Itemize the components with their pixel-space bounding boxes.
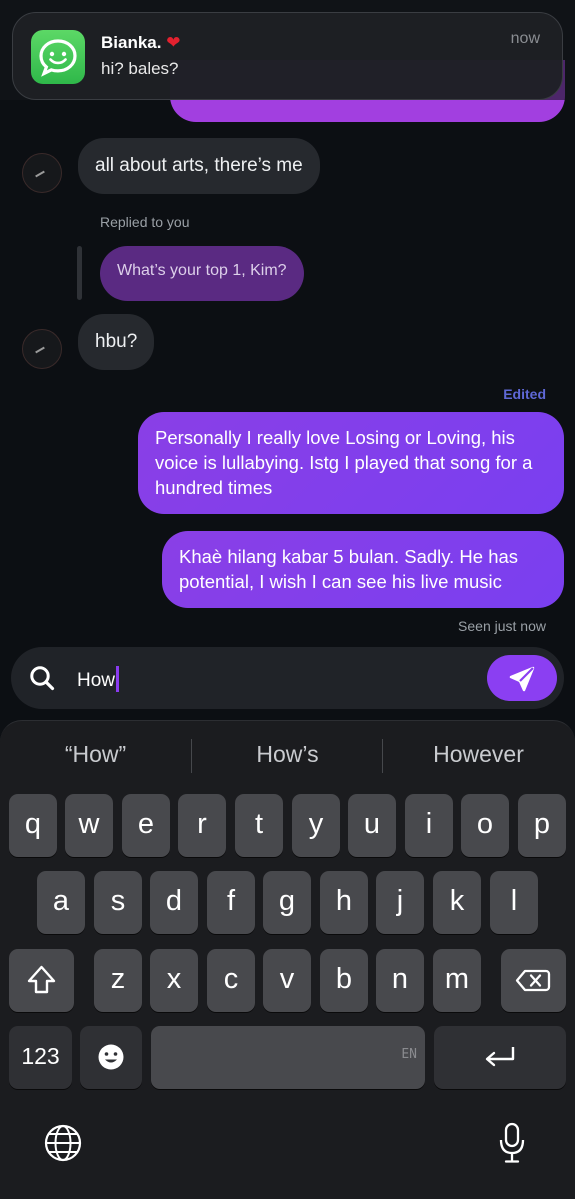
key-w[interactable]: w [65, 794, 113, 857]
key-a[interactable]: a [37, 871, 85, 934]
search-icon[interactable] [29, 665, 55, 691]
key-p[interactable]: p [518, 794, 566, 857]
send-icon [509, 666, 535, 692]
globe-icon[interactable] [43, 1123, 83, 1163]
return-icon [485, 1047, 515, 1067]
key-s[interactable]: s [94, 871, 142, 934]
chat-thread: all about arts, there’s me Replied to yo… [0, 0, 575, 720]
key-u[interactable]: u [348, 794, 396, 857]
suggestion-2[interactable]: How’s [192, 741, 383, 768]
emoji-key[interactable] [80, 1026, 142, 1089]
notification-sender: Bianka. ❤ [101, 33, 181, 52]
space-key[interactable]: EN [151, 1026, 425, 1089]
edited-label: Edited [503, 386, 546, 402]
key-k[interactable]: k [433, 871, 481, 934]
key-e[interactable]: e [122, 794, 170, 857]
key-b[interactable]: b [320, 949, 368, 1012]
send-button[interactable] [487, 655, 557, 701]
message-bubble-outgoing[interactable]: Personally I really love Losing or Lovin… [138, 412, 564, 514]
avatar[interactable] [22, 329, 62, 369]
microphone-icon[interactable] [496, 1121, 528, 1165]
message-composer[interactable]: How [11, 647, 564, 709]
key-z[interactable]: z [94, 949, 142, 1012]
suggestion-3[interactable]: However [383, 741, 574, 768]
key-h[interactable]: h [320, 871, 368, 934]
push-notification[interactable]: Bianka. ❤ hi? bales? now [12, 12, 563, 100]
key-x[interactable]: x [150, 949, 198, 1012]
numbers-key[interactable]: 123 [9, 1026, 72, 1089]
text-caret [116, 666, 120, 692]
key-g[interactable]: g [263, 871, 311, 934]
on-screen-keyboard: “How” How’s However q w e r t y u i o p … [0, 720, 575, 1199]
key-y[interactable]: y [292, 794, 340, 857]
key-r[interactable]: r [178, 794, 226, 857]
key-d[interactable]: d [150, 871, 198, 934]
heart-icon: ❤ [166, 33, 181, 52]
notification-message: hi? bales? [101, 59, 179, 78]
quoted-message-bubble[interactable]: What’s your top 1, Kim? [100, 246, 304, 301]
backspace-key[interactable] [501, 949, 566, 1012]
key-v[interactable]: v [263, 949, 311, 1012]
space-language-label: EN [401, 1047, 417, 1062]
suggestion-1[interactable]: “How” [0, 741, 191, 768]
key-j[interactable]: j [376, 871, 424, 934]
key-q[interactable]: q [9, 794, 57, 857]
reply-indicator [77, 246, 82, 300]
key-m[interactable]: m [433, 949, 481, 1012]
message-input[interactable]: How [77, 666, 120, 692]
backspace-icon [515, 969, 551, 992]
shift-key[interactable] [9, 949, 74, 1012]
key-l[interactable]: l [490, 871, 538, 934]
emoji-icon [98, 1044, 124, 1070]
key-f[interactable]: f [207, 871, 255, 934]
key-o[interactable]: o [461, 794, 509, 857]
message-bubble-incoming[interactable]: hbu? [78, 314, 155, 370]
return-key[interactable] [434, 1026, 566, 1089]
shift-icon [27, 965, 56, 994]
key-c[interactable]: c [207, 949, 255, 1012]
notification-time: now [510, 30, 540, 47]
reply-label: Replied to you [100, 214, 190, 230]
key-n[interactable]: n [376, 949, 424, 1012]
chat-app-icon [31, 30, 85, 84]
message-bubble-incoming[interactable]: all about arts, there’s me [78, 138, 320, 194]
key-t[interactable]: t [235, 794, 283, 857]
seen-status: Seen just now [458, 618, 546, 634]
key-i[interactable]: i [405, 794, 453, 857]
avatar[interactable] [22, 153, 62, 193]
message-bubble-outgoing[interactable]: Khaè hilang kabar 5 bulan. Sadly. He has… [162, 531, 564, 608]
